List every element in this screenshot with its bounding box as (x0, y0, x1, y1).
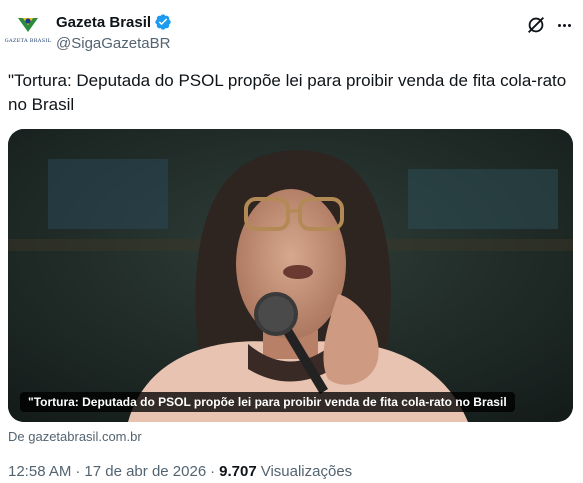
gazeta-brasil-logo-icon (18, 18, 38, 32)
author-display-name[interactable]: Gazeta Brasil (56, 13, 172, 31)
author-handle[interactable]: @SigaGazetaBR (56, 35, 170, 52)
link-card[interactable]: "Tortura: Deputada do PSOL propõe lei pa… (8, 129, 573, 422)
author-name-label: Gazeta Brasil (56, 13, 152, 31)
article-photo (8, 129, 573, 422)
tweet-date[interactable]: 17 de abr de 2026 (84, 463, 206, 480)
views-count: 9.707 (219, 463, 257, 480)
more-options-icon[interactable] (553, 14, 575, 36)
avatar-logo-text: GAZETA BRASIL (4, 38, 52, 44)
grok-icon[interactable] (525, 14, 547, 36)
meta-separator: · (210, 463, 216, 480)
card-source-link[interactable]: De gazetabrasil.com.br (8, 429, 142, 444)
tweet-time[interactable]: 12:58 AM (8, 463, 71, 480)
tweet-text: "Tortura: Deputada do PSOL propõe lei pa… (8, 71, 567, 114)
views-label: Visualizações (260, 463, 353, 480)
card-caption: "Tortura: Deputada do PSOL propõe lei pa… (20, 392, 515, 412)
tweet-metadata: 12:58 AM · 17 de abr de 2026 · 9.707 Vis… (8, 463, 352, 480)
verified-badge-icon (155, 14, 171, 30)
author-avatar[interactable]: GAZETA BRASIL (5, 12, 51, 52)
meta-separator: · (75, 463, 81, 480)
